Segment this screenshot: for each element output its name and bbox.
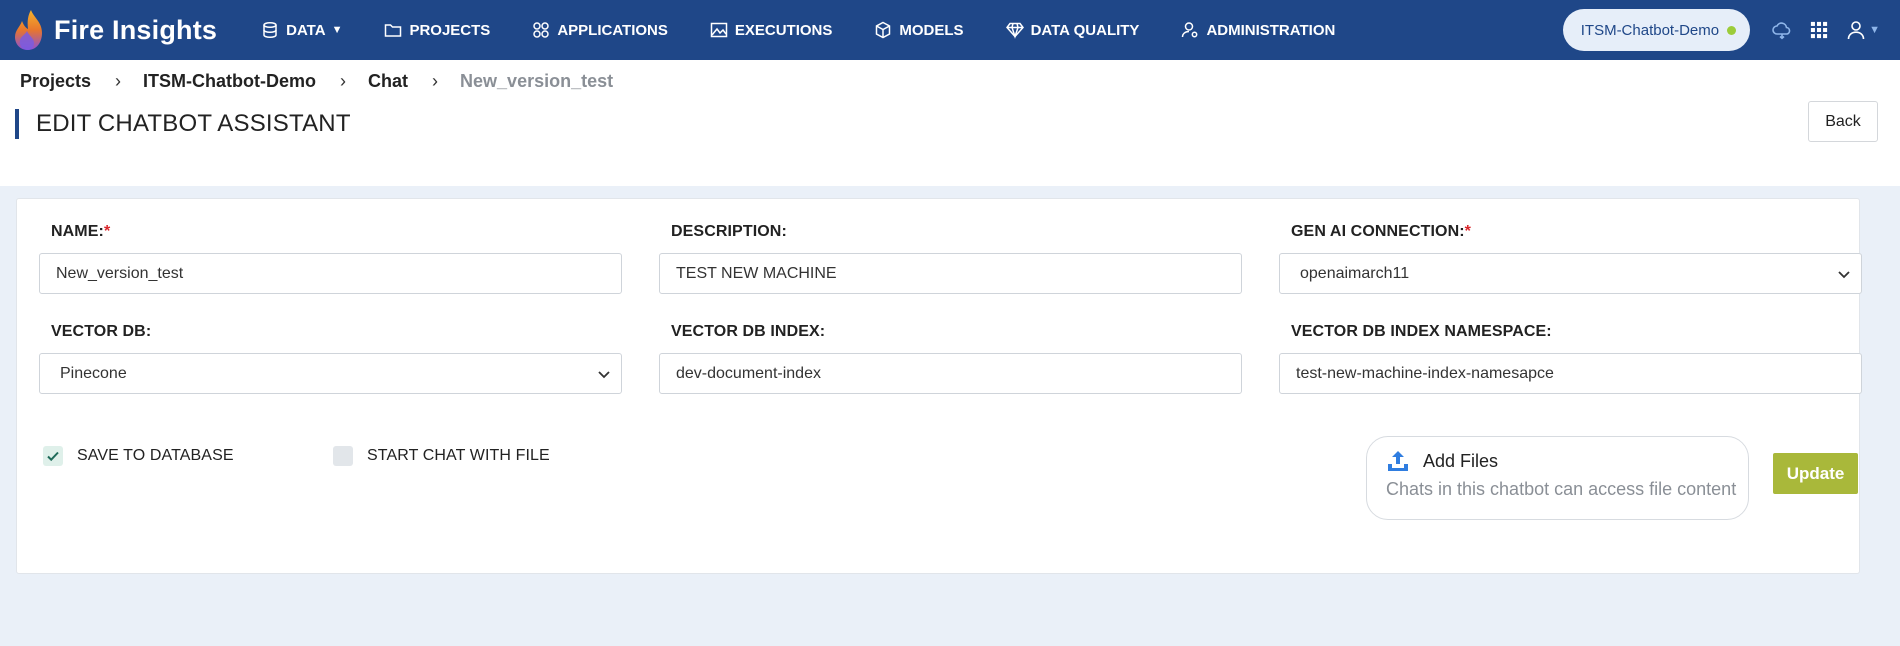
user-gear-icon — [1182, 22, 1198, 38]
update-button[interactable]: Update — [1773, 453, 1858, 494]
gen-ai-connection-label: GEN AI CONNECTION:* — [1291, 223, 1471, 240]
brand[interactable]: Fire Insights — [12, 0, 217, 60]
save-to-database-label: SAVE TO DATABASE — [77, 447, 234, 464]
nav-item-label: DATA — [286, 21, 326, 39]
upload-icon — [1388, 451, 1408, 471]
breadcrumb-projects[interactable]: Projects — [20, 71, 91, 92]
save-to-database-checkbox[interactable]: SAVE TO DATABASE — [43, 446, 234, 466]
description-field-group: DESCRIPTION: TEST NEW MACHINE — [659, 223, 1242, 294]
vector-db-field-group: VECTOR DB: Pinecone — [39, 323, 622, 394]
vector-db-index-field-group: VECTOR DB INDEX: dev-document-index — [659, 323, 1242, 394]
page-header: Projects › ITSM-Chatbot-Demo › Chat › Ne… — [0, 60, 1900, 186]
cube-icon — [876, 21, 891, 39]
name-field-group: NAME:* New_version_test — [39, 223, 622, 294]
start-chat-with-file-label: START CHAT WITH FILE — [367, 447, 550, 464]
checkbox-unchecked[interactable] — [333, 446, 353, 466]
nav-item-label: DATA QUALITY — [1030, 21, 1140, 39]
user-menu[interactable]: ▼ — [1846, 20, 1880, 40]
back-button[interactable]: Back — [1808, 101, 1878, 142]
nav-item-executions[interactable]: EXECUTIONS — [710, 21, 833, 39]
gen-ai-connection-select[interactable]: openaimarch11 — [1279, 253, 1862, 294]
status-online-dot — [1727, 25, 1737, 35]
top-navbar: Fire Insights DATA ▼ PROJECTS APPLICATIO… — [0, 0, 1900, 60]
caret-down-icon: ▼ — [331, 24, 343, 36]
chevron-right-icon: › — [115, 71, 122, 91]
chevron-right-icon: › — [340, 71, 347, 91]
breadcrumb-chat[interactable]: Chat — [368, 71, 408, 92]
nav-item-administration[interactable]: ADMINISTRATION — [1181, 21, 1335, 39]
vector-db-namespace-label: VECTOR DB INDEX NAMESPACE: — [1291, 323, 1552, 340]
nav-item-label: APPLICATIONS — [557, 21, 668, 39]
apps-grid-icon[interactable] — [1809, 20, 1829, 40]
database-icon — [263, 21, 277, 39]
add-files-title: Add Files — [1423, 450, 1499, 471]
page-title: EDIT CHATBOT ASSISTANT — [36, 110, 351, 137]
start-chat-with-file-checkbox[interactable]: START CHAT WITH FILE — [333, 446, 550, 466]
checkmark-icon — [47, 451, 59, 462]
current-project-pill[interactable]: ITSM-Chatbot-Demo — [1562, 9, 1751, 51]
chatbot-form-card: NAME:* New_version_test DESCRIPTION: TES… — [16, 198, 1862, 574]
vector-db-namespace-input[interactable]: test-new-machine-index-namesapce — [1279, 353, 1862, 394]
nav-item-label: ADMINISTRATION — [1206, 21, 1336, 39]
nav-item-data[interactable]: DATA ▼ — [261, 21, 342, 39]
add-files-header: Add Files — [1386, 449, 1748, 473]
breadcrumb-current: New_version_test — [460, 71, 614, 91]
current-project-name: ITSM-Chatbot-Demo — [1580, 21, 1720, 39]
gen-ai-connection-value: openaimarch11 — [1300, 264, 1410, 282]
chevron-down-icon — [1838, 271, 1850, 279]
description-label: DESCRIPTION: — [671, 223, 787, 240]
user-icon — [1847, 21, 1865, 40]
add-files-dropzone[interactable]: Add Files Chats in this chatbot can acce… — [1366, 436, 1749, 520]
nav-item-models[interactable]: MODELS — [874, 21, 964, 39]
checkbox-checked[interactable] — [43, 446, 63, 466]
nav-right: ITSM-Chatbot-Demo ▼ — [1562, 0, 1900, 60]
main-nav: DATA ▼ PROJECTS APPLICATIONS EXECUTIONS … — [261, 0, 1377, 60]
chart-image-icon — [710, 22, 728, 38]
add-files-subtitle: Chats in this chatbot can access file co… — [1386, 479, 1737, 499]
cloud-icon[interactable] — [1772, 20, 1792, 40]
applications-grid-icon — [533, 22, 550, 38]
breadcrumb-project[interactable]: ITSM-Chatbot-Demo — [143, 71, 316, 92]
nav-item-label: EXECUTIONS — [734, 21, 833, 39]
name-input[interactable]: New_version_test — [39, 253, 622, 294]
nav-item-projects[interactable]: PROJECTS — [384, 21, 490, 39]
nav-item-label: PROJECTS — [409, 21, 491, 39]
gen-ai-connection-field-group: GEN AI CONNECTION:* openaimarch11 — [1279, 223, 1862, 294]
page-title-wrap: EDIT CHATBOT ASSISTANT — [15, 109, 351, 139]
breadcrumb: Projects › ITSM-Chatbot-Demo › Chat › Ne… — [20, 71, 613, 92]
vector-db-select[interactable]: Pinecone — [39, 353, 622, 394]
required-marker: * — [103, 223, 111, 240]
chevron-down-icon — [598, 371, 610, 379]
vector-db-namespace-field-group: VECTOR DB INDEX NAMESPACE: test-new-mach… — [1279, 323, 1862, 394]
vector-db-value: Pinecone — [60, 364, 127, 382]
nav-item-label: MODELS — [899, 21, 964, 39]
nav-item-data-quality[interactable]: DATA QUALITY — [1005, 21, 1140, 39]
chevron-right-icon: › — [432, 71, 439, 91]
nav-item-applications[interactable]: APPLICATIONS — [532, 21, 668, 39]
description-input[interactable]: TEST NEW MACHINE — [659, 253, 1242, 294]
diamond-icon — [1005, 22, 1024, 39]
caret-down-icon: ▼ — [1869, 24, 1880, 36]
name-label: NAME:* — [51, 223, 111, 240]
required-marker: * — [1464, 223, 1471, 240]
brand-name: Fire Insights — [54, 14, 218, 45]
flame-logo-icon — [15, 10, 42, 50]
vector-db-index-input[interactable]: dev-document-index — [659, 353, 1242, 394]
vector-db-index-label: VECTOR DB INDEX: — [671, 323, 826, 340]
folder-icon — [385, 24, 402, 37]
vector-db-label: VECTOR DB: — [51, 323, 152, 340]
